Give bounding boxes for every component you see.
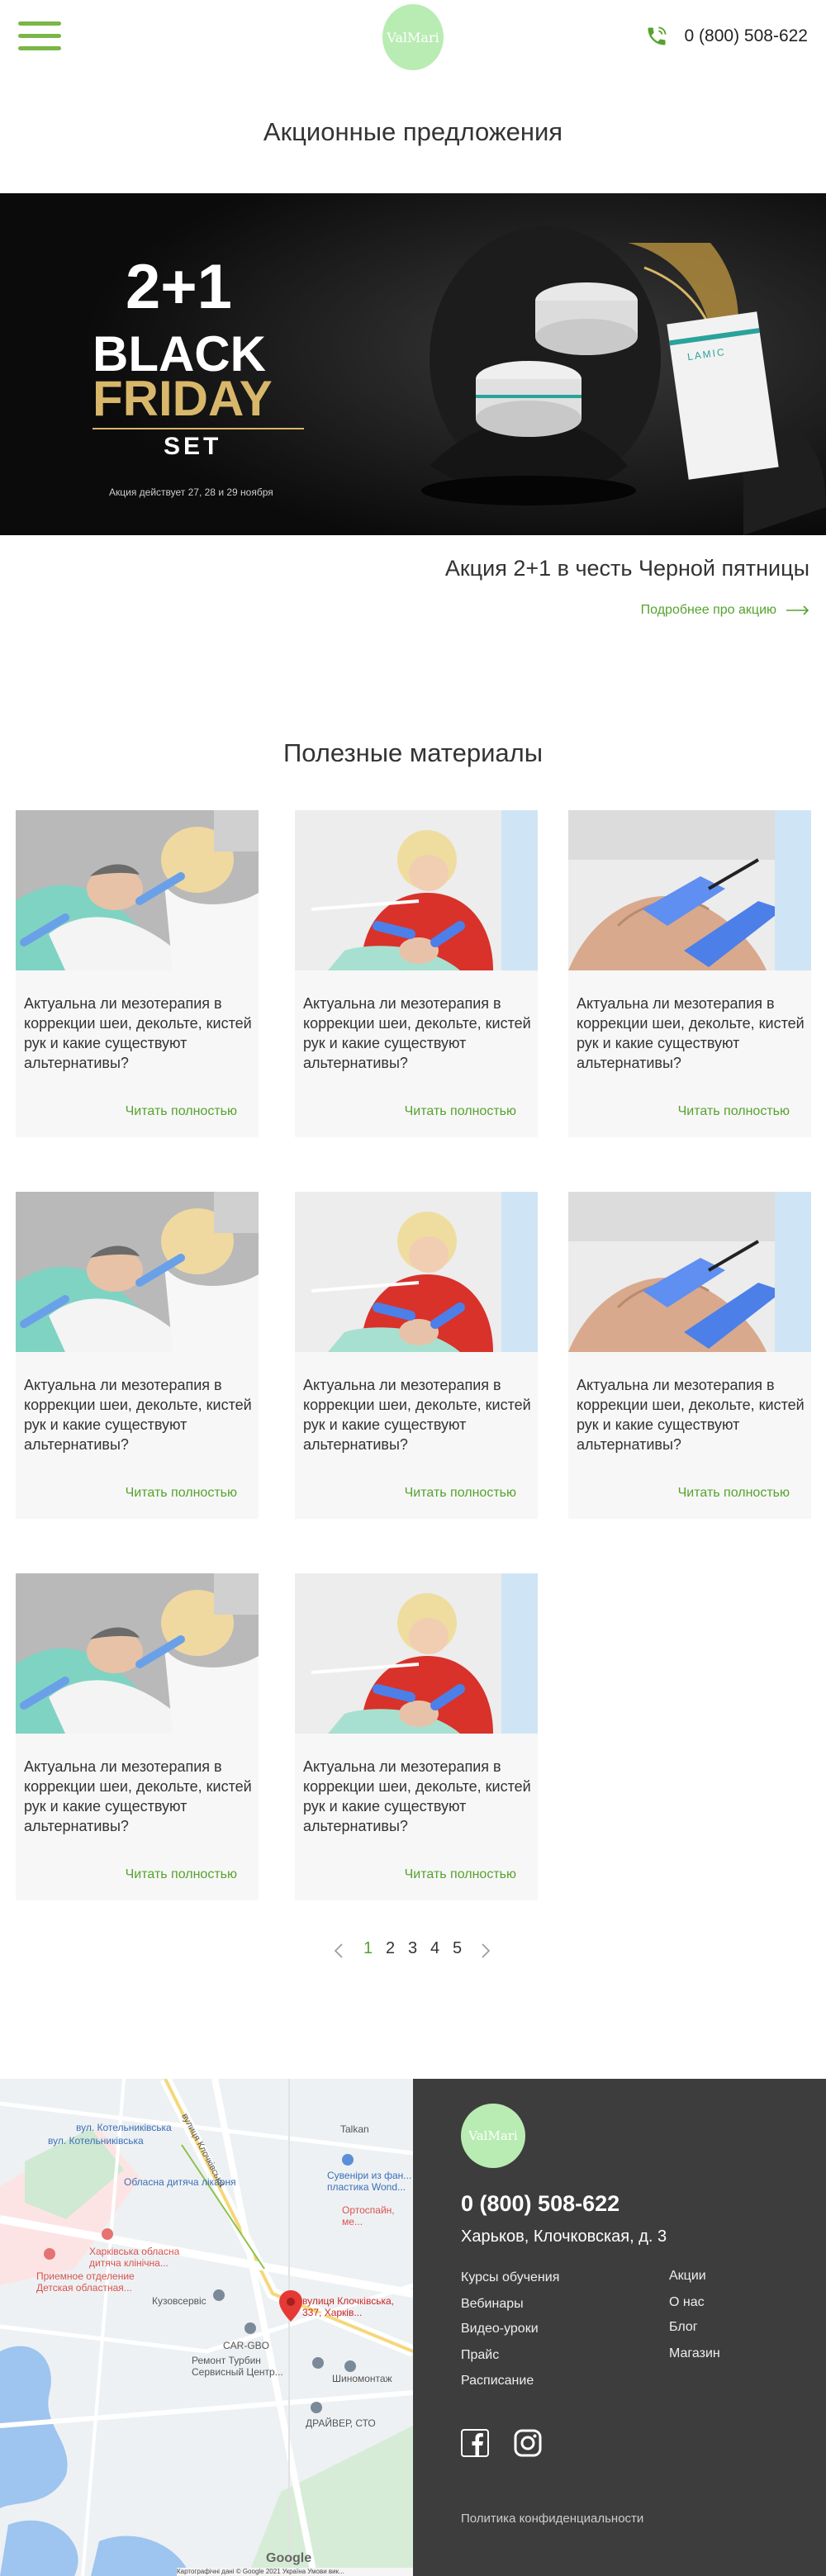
page-3[interactable]: 3 xyxy=(408,1939,417,1958)
promo-banner[interactable]: 2+1 BLACK FRIDAY SET Акция действует 27,… xyxy=(0,193,826,535)
location-map[interactable]: вул. Котельниківська вул. Котельниківськ… xyxy=(0,2079,413,2576)
site-footer: ValMari 0 (800) 508-622 Харьков, Клочков… xyxy=(413,2079,826,2576)
promo-more-label: Подробнее про акцию xyxy=(640,603,776,617)
logo-text: ValMari xyxy=(387,29,439,45)
article-photo[interactable] xyxy=(568,1192,811,1352)
article-photo[interactable] xyxy=(16,1192,259,1352)
map-label: Сувеніри из фан... пластика Wond... xyxy=(327,2170,412,2193)
read-more-link[interactable]: Читать полностью xyxy=(678,1104,790,1119)
article-card[interactable]: Актуальна ли мезотерапия в коррекции шеи… xyxy=(295,1192,538,1519)
map-label: вул. Котельниківська xyxy=(76,2122,172,2133)
banner-big-text: 2+1 xyxy=(126,252,232,322)
article-card[interactable]: Актуальна ли мезотерапия в коррекции шеи… xyxy=(16,1573,259,1900)
footer-logo[interactable]: ValMari xyxy=(461,2104,525,2168)
article-photo[interactable] xyxy=(295,1192,538,1352)
chevron-left-icon[interactable] xyxy=(334,1943,344,1958)
menu-icon[interactable] xyxy=(18,21,61,51)
map-label: Харківська обласна дитяча клінічна... xyxy=(89,2246,180,2269)
phone-icon xyxy=(648,26,666,45)
phone-number: 0 (800) 508-622 xyxy=(684,26,808,45)
pagination: 1 2 3 4 5 xyxy=(330,1939,496,1964)
map-label: Приемное отделение Детская областная... xyxy=(36,2270,135,2294)
page-1[interactable]: 1 xyxy=(363,1939,373,1958)
read-more-link[interactable]: Читать полностью xyxy=(405,1867,516,1882)
site-header: ValMari 0 (800) 508-622 xyxy=(0,0,826,74)
article-card[interactable]: Актуальна ли мезотерапия в коррекции шеи… xyxy=(568,810,811,1137)
article-title: Актуальна ли мезотерапия в коррекции шеи… xyxy=(303,1377,531,1453)
materials-section-title: Полезные материалы xyxy=(282,738,544,767)
google-logo: Google xyxy=(266,2551,312,2565)
promo-section-title: Акционные предложения xyxy=(263,117,563,146)
map-label: Кузовсервіс xyxy=(152,2295,206,2307)
promo-more-link[interactable]: Подробнее про акцию xyxy=(641,603,809,618)
instagram-icon[interactable] xyxy=(514,2429,542,2457)
map-label: CAR-GBO xyxy=(223,2340,270,2351)
banner-note: Акция действует 27, 28 и 29 ноября xyxy=(109,486,273,498)
footer-link-blog[interactable]: Блог xyxy=(669,2320,698,2335)
article-title: Актуальна ли мезотерапия в коррекции шеи… xyxy=(303,995,531,1071)
map-label: вул. Котельниківська xyxy=(48,2135,144,2147)
map-label: Ремонт Турбин Сервисный Центр... xyxy=(192,2355,283,2378)
article-photo[interactable] xyxy=(568,810,811,970)
article-photo[interactable] xyxy=(295,810,538,970)
page-5[interactable]: 5 xyxy=(453,1939,462,1958)
facebook-icon[interactable] xyxy=(461,2429,489,2457)
footer-link-promos[interactable]: Акции xyxy=(669,2269,706,2284)
article-photo[interactable] xyxy=(295,1573,538,1734)
read-more-link[interactable]: Читать полностью xyxy=(126,1867,237,1882)
article-card[interactable]: Актуальна ли мезотерапия в коррекции шеи… xyxy=(295,810,538,1137)
read-more-link[interactable]: Читать полностью xyxy=(678,1486,790,1501)
footer-logo-text: ValMari xyxy=(468,2128,518,2143)
map-label: Шиномонтаж xyxy=(332,2373,392,2384)
footer-phone[interactable]: 0 (800) 508-622 xyxy=(461,2191,620,2217)
promo-title: Акция 2+1 в честь Черной пятницы xyxy=(444,556,809,581)
read-more-link[interactable]: Читать полностью xyxy=(126,1486,237,1501)
footer-link-price[interactable]: Прайс xyxy=(461,2348,499,2363)
read-more-link[interactable]: Читать полностью xyxy=(405,1104,516,1119)
logo[interactable]: ValMari xyxy=(382,4,444,70)
page-2[interactable]: 2 xyxy=(386,1939,395,1958)
privacy-policy-link[interactable]: Политика конфиденциальности xyxy=(461,2512,643,2526)
article-title: Актуальна ли мезотерапия в коррекции шеи… xyxy=(303,1758,531,1834)
footer-address: Харьков, Клочковская, д. 3 xyxy=(461,2227,667,2246)
page-4[interactable]: 4 xyxy=(430,1939,439,1958)
article-card[interactable]: Актуальна ли мезотерапия в коррекции шеи… xyxy=(16,810,259,1137)
footer-link-shop[interactable]: Магазин xyxy=(669,2346,720,2361)
map-attribution: Картографічні дані © Google 2021 Україна… xyxy=(177,2568,413,2576)
read-more-link[interactable]: Читать полностью xyxy=(405,1486,516,1501)
banner-rule xyxy=(93,428,304,429)
map-label: Talkan xyxy=(340,2123,369,2135)
article-card[interactable]: Актуальна ли мезотерапия в коррекции шеи… xyxy=(295,1573,538,1900)
map-label: Ортоспайн, ме... xyxy=(342,2204,395,2227)
footer-link-webinars[interactable]: Вебинары xyxy=(461,2297,524,2312)
header-phone[interactable]: 0 (800) 508-622 xyxy=(645,25,808,48)
map-label: вулиця Клочківська, 337, Харків... xyxy=(302,2295,394,2318)
footer-link-about[interactable]: О нас xyxy=(669,2295,705,2310)
article-title: Актуальна ли мезотерапия в коррекции шеи… xyxy=(24,995,252,1071)
article-card[interactable]: Актуальна ли мезотерапия в коррекции шеи… xyxy=(16,1192,259,1519)
chevron-right-icon[interactable] xyxy=(481,1943,491,1958)
arrow-right-icon xyxy=(786,605,809,615)
article-photo[interactable] xyxy=(16,1573,259,1734)
read-more-link[interactable]: Читать полностью xyxy=(126,1104,237,1119)
footer-link-videos[interactable]: Видео-уроки xyxy=(461,2322,539,2336)
footer-link-schedule[interactable]: Расписание xyxy=(461,2374,534,2389)
article-title: Актуальна ли мезотерапия в коррекции шеи… xyxy=(24,1377,252,1453)
banner-line3: SET xyxy=(164,433,222,460)
article-photo[interactable] xyxy=(16,810,259,970)
article-title: Актуальна ли мезотерапия в коррекции шеи… xyxy=(24,1758,252,1834)
banner-line2: FRIDAY xyxy=(93,371,273,426)
footer-link-courses[interactable]: Курсы обучения xyxy=(461,2270,559,2285)
article-card[interactable]: Актуальна ли мезотерапия в коррекции шеи… xyxy=(568,1192,811,1519)
article-title: Актуальна ли мезотерапия в коррекции шеи… xyxy=(577,1377,805,1453)
article-title: Актуальна ли мезотерапия в коррекции шеи… xyxy=(577,995,805,1071)
map-label: ДРАЙВЕР, СТО xyxy=(306,2417,376,2429)
